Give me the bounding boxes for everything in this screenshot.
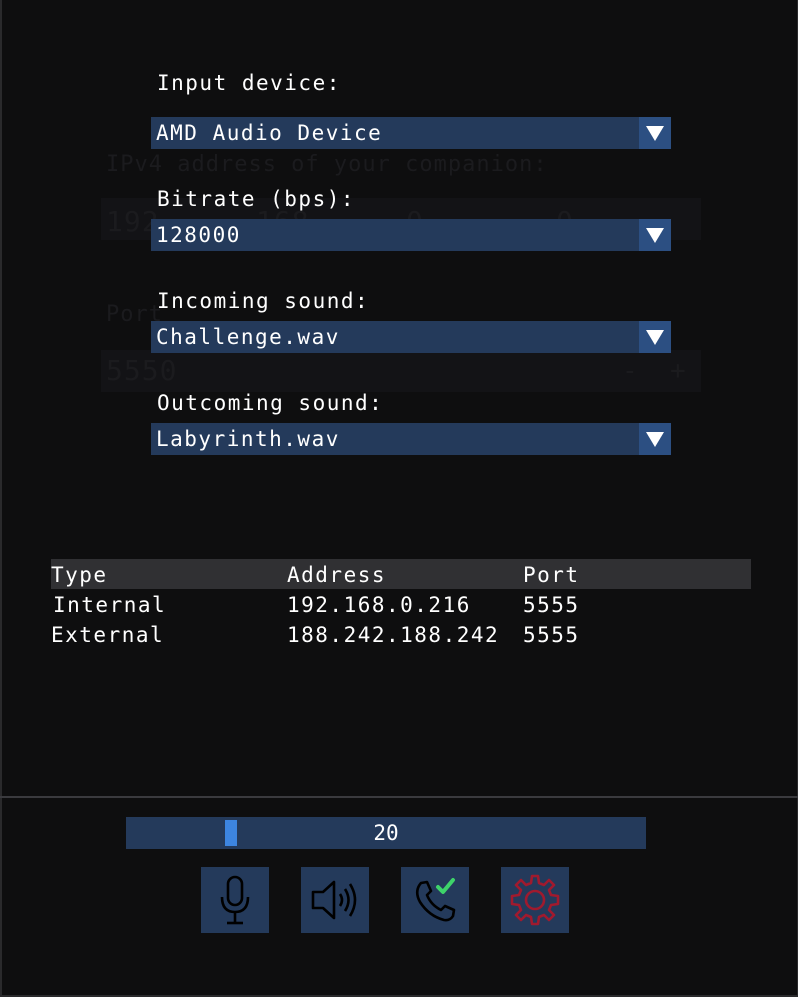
call-button[interactable]	[401, 867, 469, 933]
phone-accepted-icon	[415, 878, 456, 922]
microphone-icon	[220, 875, 250, 925]
outcoming-sound-value: Labyrinth.wav	[156, 427, 340, 451]
outcoming-sound-label: Outcoming sound:	[157, 391, 384, 415]
ghost-port-input	[101, 350, 701, 392]
chevron-down-icon[interactable]	[639, 321, 671, 353]
incoming-sound-label: Incoming sound:	[157, 289, 370, 313]
volume-slider[interactable]: 20	[126, 817, 646, 849]
microphone-button[interactable]	[201, 867, 269, 933]
chevron-down-icon[interactable]	[639, 423, 671, 455]
row-internal-port: 5555	[523, 593, 580, 617]
bitrate-label: Bitrate (bps):	[157, 187, 356, 211]
ghost-port-value: 5550	[106, 354, 178, 387]
bitrate-value: 128000	[156, 223, 241, 247]
ghost-address-label: IPv4 address of your companion:	[106, 152, 548, 177]
row-external-type: External	[51, 623, 165, 647]
volume-value: 20	[373, 821, 399, 845]
ghost-minus: -	[622, 356, 639, 386]
row-internal-address: 192.168.0.216	[287, 593, 471, 617]
bitrate-dropdown[interactable]: 128000	[151, 219, 671, 251]
chevron-down-icon[interactable]	[639, 219, 671, 251]
speaker-button[interactable]	[301, 867, 369, 933]
header-type: Type	[51, 563, 108, 587]
bottom-panel-divider	[0, 796, 798, 798]
settings-button[interactable]	[501, 867, 569, 933]
input-device-value: AMD Audio Device	[156, 121, 383, 145]
incoming-sound-value: Challenge.wav	[156, 325, 340, 349]
header-port: Port	[523, 563, 580, 587]
speaker-icon	[311, 880, 357, 920]
outcoming-sound-dropdown[interactable]: Labyrinth.wav	[151, 423, 671, 455]
incoming-sound-dropdown[interactable]: Challenge.wav	[151, 321, 671, 353]
header-address: Address	[287, 563, 387, 587]
input-device-dropdown[interactable]: AMD Audio Device	[151, 117, 671, 149]
row-internal-type: Internal	[53, 593, 167, 617]
row-external-port: 5555	[523, 623, 580, 647]
gear-icon	[510, 874, 560, 926]
chevron-down-icon[interactable]	[639, 117, 671, 149]
input-device-label: Input device:	[157, 71, 341, 95]
row-external-address: 188.242.188.242	[287, 623, 500, 647]
table-header	[51, 559, 751, 589]
ghost-plus: +	[670, 356, 687, 386]
